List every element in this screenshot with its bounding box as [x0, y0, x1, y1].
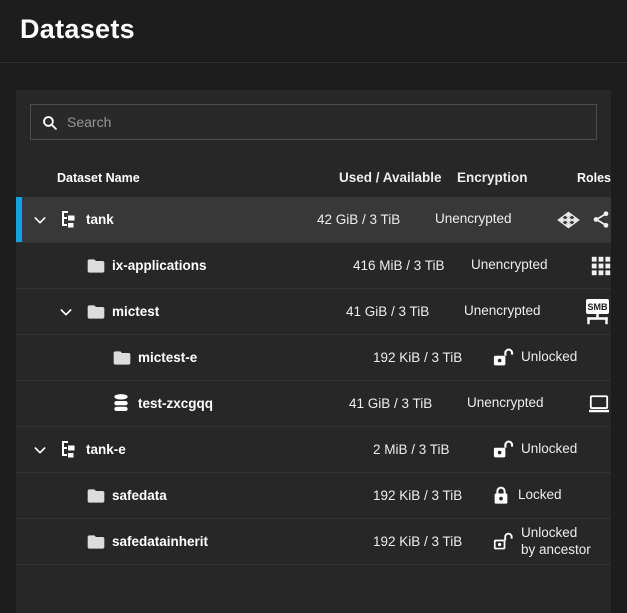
chevron-down-icon[interactable]	[32, 442, 60, 458]
search-icon	[41, 114, 58, 131]
page-title: Datasets	[20, 14, 627, 45]
encryption-status: Unencrypted	[464, 303, 536, 320]
encryption-cell: Unencrypted	[435, 211, 555, 228]
dataset-name: test-zxcgqq	[138, 396, 213, 411]
encryption-cell: Unlocked	[491, 347, 611, 368]
chevron-down-icon[interactable]	[58, 304, 86, 320]
encryption-cell: Unencrypted	[467, 395, 587, 412]
column-header-encryption: Encryption	[457, 170, 577, 185]
dataset-name: safedatainherit	[112, 534, 208, 549]
monitor-icon[interactable]	[587, 394, 611, 414]
dataset-name-cell: ix-applications	[16, 256, 353, 276]
table-row[interactable]: safedata 192 KiB / 3 TiB Locked	[16, 473, 611, 519]
encryption-status: Locked	[518, 487, 562, 504]
column-header-used-available: Used / Available	[339, 170, 457, 185]
unlocked-icon[interactable]	[491, 347, 514, 368]
encryption-cell: Unencrypted	[464, 303, 584, 320]
table-row[interactable]: mictest 41 GiB / 3 TiBUnencrypted SMB	[16, 289, 611, 335]
used-available-value: 416 MiB / 3 TiB	[353, 258, 471, 273]
table-row[interactable]: safedatainherit 192 KiB / 3 TiB Unlocked b…	[16, 519, 611, 565]
datasets-page: Datasets Dataset Name Used / Available E…	[0, 0, 627, 613]
locked-icon[interactable]	[491, 485, 511, 506]
used-available-value: 192 KiB / 3 TiB	[373, 350, 491, 365]
folder-icon	[86, 256, 112, 276]
encryption-status: Unlocked by ancestor	[521, 525, 593, 559]
chevron-down-icon[interactable]	[32, 212, 60, 228]
dataset-name-cell: safedatainherit	[16, 532, 373, 552]
roles-cell	[555, 208, 611, 232]
encryption-cell: Unlocked by ancestor	[491, 525, 611, 559]
dataset-name: tank-e	[86, 442, 126, 457]
encryption-cell: Locked	[491, 485, 611, 506]
table-body: tank42 GiB / 3 TiBUnencryptedix-applicat…	[16, 197, 611, 565]
dataset-name: tank	[86, 212, 114, 227]
table-row[interactable]: mictest-e 192 KiB / 3 TiB Unlocked	[16, 335, 611, 381]
roles-cell	[587, 394, 611, 414]
folder-icon	[86, 532, 112, 552]
smb-icon[interactable]: SMB	[584, 297, 611, 327]
encryption-cell: Unencrypted	[471, 257, 591, 274]
dataset-root-icon	[60, 440, 86, 459]
dataset-root-icon	[60, 210, 86, 229]
grid-icon[interactable]	[591, 256, 611, 276]
dataset-name-cell: tank	[16, 210, 317, 229]
column-header-roles: Roles	[577, 171, 611, 185]
dataset-name: mictest-e	[138, 350, 197, 365]
dataset-name-cell: mictest-e	[16, 348, 373, 368]
encryption-status: Unencrypted	[471, 257, 543, 274]
datasets-panel: Dataset Name Used / Available Encryption…	[16, 90, 611, 613]
search-box[interactable]	[30, 104, 597, 140]
encryption-status: Unlocked	[521, 349, 577, 366]
used-available-value: 41 GiB / 3 TiB	[346, 304, 464, 319]
table-header-row: Dataset Name Used / Available Encryption…	[16, 158, 611, 197]
encryption-cell: Unlocked	[491, 439, 611, 460]
used-available-value: 192 KiB / 3 TiB	[373, 534, 491, 549]
table-row[interactable]: tank-e 2 MiB / 3 TiB Unlocked	[16, 427, 611, 473]
folder-icon	[86, 302, 112, 322]
folder-icon	[112, 348, 138, 368]
table-row[interactable]: tank 42 GiB / 3 TiBUnencrypted	[16, 197, 611, 243]
table-row[interactable]: ix-applications 416 MiB / 3 TiBUnencrypte…	[16, 243, 611, 289]
dataset-name-cell: mictest	[16, 302, 346, 322]
roles-cell: SMB	[584, 297, 611, 327]
used-available-value: 41 GiB / 3 TiB	[349, 396, 467, 411]
dataset-name: ix-applications	[112, 258, 207, 273]
used-available-value: 42 GiB / 3 TiB	[317, 212, 435, 227]
apps-icon[interactable]	[555, 208, 582, 232]
svg-text:SMB: SMB	[588, 302, 609, 312]
column-header-dataset-name: Dataset Name	[16, 171, 339, 185]
unlocked-ancestor-icon[interactable]	[491, 531, 514, 552]
encryption-status: Unlocked	[521, 441, 577, 458]
selected-row-indicator	[16, 197, 22, 242]
folder-icon	[86, 486, 112, 506]
table-row[interactable]: test-zxcgqq 41 GiB / 3 TiBUnencrypted	[16, 381, 611, 427]
database-icon	[112, 393, 138, 414]
encryption-status: Unencrypted	[467, 395, 539, 412]
dataset-name-cell: test-zxcgqq	[16, 393, 349, 414]
used-available-value: 2 MiB / 3 TiB	[373, 442, 491, 457]
dataset-name-cell: tank-e	[16, 440, 373, 459]
datasets-table: Dataset Name Used / Available Encryption…	[16, 158, 611, 565]
header-divider	[0, 62, 627, 63]
used-available-value: 192 KiB / 3 TiB	[373, 488, 491, 503]
encryption-status: Unencrypted	[435, 211, 507, 228]
dataset-name-cell: safedata	[16, 486, 373, 506]
dataset-name: safedata	[112, 488, 167, 503]
page-header: Datasets	[0, 0, 627, 45]
dataset-name: mictest	[112, 304, 159, 319]
share-icon[interactable]	[591, 209, 611, 230]
search-input[interactable]	[67, 114, 586, 130]
roles-cell	[591, 256, 611, 276]
unlocked-icon[interactable]	[491, 439, 514, 460]
